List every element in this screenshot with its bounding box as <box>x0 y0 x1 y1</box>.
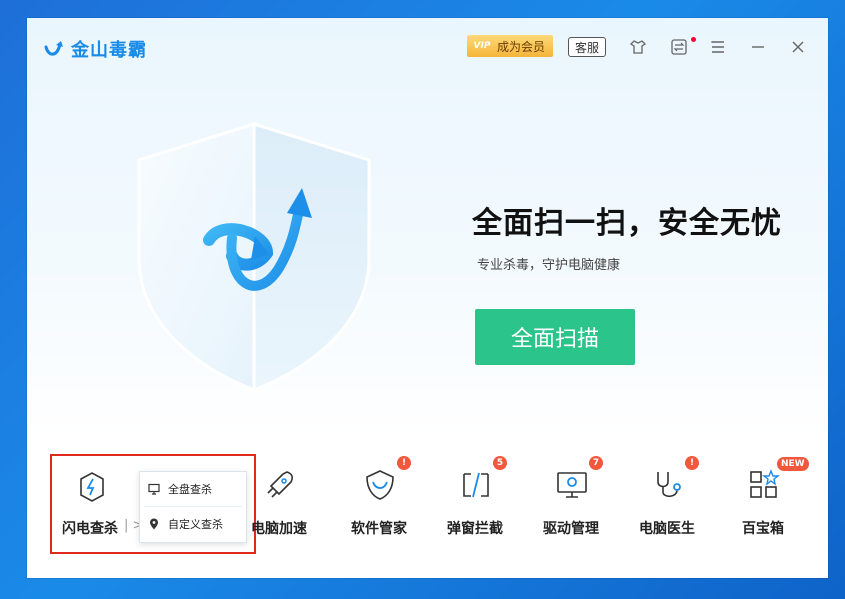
vip-member-button[interactable]: VIP 成为会员 <box>467 35 553 57</box>
app-name: 金山毒霸 <box>71 40 147 61</box>
vip-crown-icon: VIP <box>473 41 491 51</box>
driver-count-badge: 7 <box>589 456 603 470</box>
flash-scan-dropdown-menu: 全盘查杀 自定义查杀 <box>139 471 247 543</box>
doctor-alert-badge: ! <box>685 456 699 470</box>
full-scan-button[interactable]: 全面扫描 <box>475 309 635 365</box>
notification-dot <box>691 37 696 42</box>
tool-driver-manager[interactable]: 7 驱动管理 <box>523 448 619 548</box>
close-icon[interactable] <box>789 38 807 56</box>
popup-block-icon <box>459 468 493 502</box>
vip-member-label: 成为会员 <box>497 39 546 54</box>
tool-software-label: 软件管家 <box>351 521 407 537</box>
software-alert-badge: ! <box>397 456 411 470</box>
dropdown-item-full-disk-scan[interactable]: 全盘查杀 <box>140 472 246 506</box>
tool-toolbox[interactable]: NEW 百宝箱 <box>715 448 811 548</box>
skin-icon[interactable] <box>629 38 647 56</box>
location-pin-icon <box>150 518 158 530</box>
stethoscope-icon <box>651 468 685 502</box>
flash-scan-label[interactable]: 闪电查杀 <box>62 518 118 538</box>
swap-icon[interactable] <box>670 38 688 56</box>
rocket-icon <box>263 468 297 502</box>
tool-software-manager[interactable]: ! 软件管家 <box>331 448 427 548</box>
customer-service-button[interactable]: 客服 <box>568 37 606 57</box>
tool-driver-label: 驱动管理 <box>543 521 599 537</box>
dropdown-item-label: 全盘查杀 <box>168 483 212 496</box>
menu-icon[interactable] <box>709 38 727 56</box>
minimize-icon[interactable] <box>749 38 767 56</box>
hero-headline: 全面扫一扫，安全无忧 <box>472 206 782 241</box>
tool-popup-blocker[interactable]: 5 弹窗拦截 <box>427 448 523 548</box>
dropdown-item-custom-scan[interactable]: 自定义查杀 <box>140 507 246 541</box>
logo-mark-icon <box>44 41 63 56</box>
software-shield-icon <box>363 468 397 502</box>
flash-scan-icon[interactable] <box>75 470 109 504</box>
monitor-icon <box>148 483 160 495</box>
shield-illustration-icon <box>137 121 371 393</box>
toolbox-new-badge: NEW <box>777 457 809 471</box>
popup-count-badge: 5 <box>493 456 507 470</box>
tool-pc-doctor[interactable]: ! 电脑医生 <box>619 448 715 548</box>
tool-popup-label: 弹窗拦截 <box>447 521 503 537</box>
grid-apps-icon <box>747 468 781 502</box>
hero-subline: 专业杀毒，守护电脑健康 <box>477 258 621 273</box>
app-logo: 金山毒霸 <box>43 36 147 62</box>
dropdown-item-label: 自定义查杀 <box>168 518 223 531</box>
main-window: 金山毒霸 VIP 成为会员 客服 全面扫一扫，安全无忧 专业杀毒，守护电脑健康 … <box>27 18 828 578</box>
tool-toolbox-label: 百宝箱 <box>742 521 784 537</box>
driver-gear-icon <box>555 468 589 502</box>
tool-doctor-label: 电脑医生 <box>639 521 695 537</box>
